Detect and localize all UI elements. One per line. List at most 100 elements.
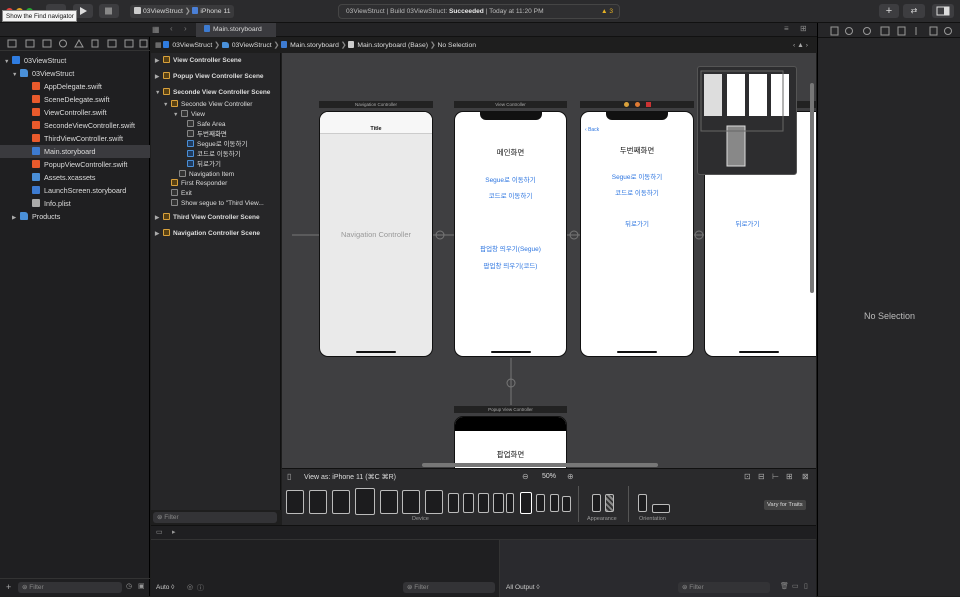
stop-button[interactable] — [99, 4, 119, 18]
outline-item[interactable]: Safe Area — [187, 120, 226, 130]
navigator-item[interactable]: ▼ 03ViewStruct — [0, 67, 150, 80]
hide-debug-icon[interactable]: ▭ — [156, 528, 163, 536]
resolve-issues-icon[interactable]: ⊠ — [802, 472, 809, 481]
outline-item[interactable]: ▶ Popup View Controller Scene — [155, 72, 264, 82]
navigator-item[interactable]: AppDelegate.swift — [0, 80, 150, 93]
navigator-item[interactable]: SecondeViewController.swift — [0, 119, 150, 132]
zoom-level[interactable]: 50% — [542, 473, 556, 480]
eye-icon[interactable]: ◎ — [187, 583, 193, 591]
appearance-dark[interactable] — [605, 494, 614, 512]
device-iphone-4s[interactable] — [562, 496, 571, 512]
disclosure-triangle-icon[interactable]: ▶ — [155, 56, 163, 66]
code-nav-button[interactable]: 코드로 이동하기 — [581, 187, 693, 197]
popup-code-button[interactable]: 팝업창 띄우기(코드) — [455, 260, 566, 270]
align-icon[interactable]: ⊢ — [772, 472, 779, 481]
library-plus-button[interactable]: + — [879, 4, 899, 18]
device-ipad-9[interactable] — [380, 490, 398, 514]
device-iphone-8[interactable] — [506, 493, 514, 513]
disclosure-triangle-icon[interactable]: ▶ — [155, 213, 163, 223]
outline-item[interactable]: ▼ View — [173, 110, 205, 120]
scene-header-second-view-controller[interactable] — [580, 101, 694, 108]
disclosure-triangle-icon[interactable]: ▶ — [155, 229, 163, 239]
outline-item[interactable]: Segue로 이동하기 — [187, 140, 248, 150]
device-iphone-xs[interactable] — [478, 493, 489, 513]
segue-nav-button[interactable]: Segue로 이동하기 — [455, 174, 566, 184]
navigator-item[interactable]: ThirdViewController.swift — [0, 132, 150, 145]
device-iphone-11-pro[interactable] — [463, 493, 474, 513]
scene-header-popup-view-controller[interactable]: Popup View Controller — [454, 406, 567, 413]
navigator-item[interactable]: ▼ 03ViewStruct — [0, 54, 150, 67]
back-arrow-icon[interactable]: ‹ — [170, 24, 173, 33]
disclosure-triangle-icon[interactable]: ▶ — [155, 72, 163, 82]
outline-item[interactable]: First Responder — [171, 179, 227, 189]
device-ipad-air[interactable] — [332, 490, 350, 514]
horizontal-scrollbar[interactable] — [422, 463, 658, 467]
scene-header-navigation-controller[interactable]: Navigation Controller — [319, 101, 433, 108]
outline-toggle-icon[interactable]: ▯ — [287, 472, 291, 481]
navigator-item[interactable]: PopupViewController.swift — [0, 158, 150, 171]
orientation-landscape[interactable] — [652, 504, 670, 513]
breadcrumb-3[interactable]: Main.storyboard (Base) — [348, 41, 428, 49]
console-split-icon[interactable]: ▯ — [804, 582, 808, 590]
outline-item[interactable]: 뒤로가기 — [187, 160, 221, 170]
scene-navigation-controller[interactable]: Title Navigation Controller — [319, 111, 433, 357]
popup-segue-button[interactable]: 팝업창 띄우기(Segue) — [455, 243, 566, 253]
disclosure-triangle-icon[interactable]: ▼ — [173, 110, 181, 120]
breakpoints-icon[interactable]: ▸ — [172, 528, 176, 536]
disclosure-triangle-icon[interactable]: ▶ — [12, 212, 20, 225]
scene-popup-view-controller[interactable]: 팝업화면 — [454, 416, 567, 468]
go-back-button[interactable]: 뒤로가기 — [705, 218, 804, 228]
scene-second-view-controller[interactable]: ‹ Back 두번째화면 Segue로 이동하기 코드로 이동하기 뒤로가기 — [580, 111, 694, 357]
outline-item[interactable]: ▶ Third View Controller Scene — [155, 213, 260, 223]
outline-item[interactable]: 코드로 이동하기 — [187, 150, 241, 160]
outline-item[interactable]: ▶ View Controller Scene — [155, 56, 242, 66]
add-icon[interactable]: + — [6, 582, 11, 592]
zoom-out-icon[interactable]: ⊖ — [522, 472, 529, 481]
outline-item[interactable]: Show segue to "Third View... — [171, 199, 264, 209]
code-nav-button[interactable]: 코드로 이동하기 — [455, 190, 566, 200]
navigator-filter-input[interactable]: ⊜ Filter — [18, 582, 122, 593]
inspector-toggle-button[interactable] — [932, 4, 954, 18]
breadcrumb-0[interactable]: 03ViewStruct — [163, 41, 212, 49]
device-iphone-se[interactable] — [536, 494, 545, 512]
outline-item[interactable]: ▼ Seconde View Controller — [163, 100, 252, 110]
variables-scope-selector[interactable]: Auto ◊ — [156, 584, 174, 591]
warning-badge[interactable]: ▲ 3 — [601, 8, 613, 15]
device-ipad-mini[interactable] — [402, 490, 420, 514]
device-iphone-11[interactable] — [520, 492, 532, 514]
output-selector[interactable]: All Output ◊ — [506, 584, 540, 591]
vary-for-traits-button[interactable]: Vary for Traits — [764, 500, 806, 510]
go-back-button[interactable]: 뒤로가기 — [581, 218, 693, 228]
embed-in-icon[interactable]: ⊟ — [758, 472, 765, 481]
console-layout-icon[interactable]: ▭ — [792, 582, 799, 590]
outline-item[interactable]: 두번째화면 — [187, 130, 227, 140]
device-ipad-pro-11[interactable] — [309, 490, 327, 514]
add-constraints-icon[interactable]: ⊞ — [786, 472, 793, 481]
appearance-light[interactable] — [592, 494, 601, 512]
outline-item[interactable]: Exit — [171, 189, 192, 199]
editor-options-icon[interactable]: ≡ — [784, 24, 789, 33]
vertical-scrollbar[interactable] — [810, 83, 814, 293]
navigator-item[interactable]: Info.plist — [0, 197, 150, 210]
zoom-in-icon[interactable]: ⊕ — [567, 472, 574, 481]
navigator-item[interactable]: LaunchScreen.storyboard — [0, 184, 150, 197]
outline-item[interactable]: ▶ Navigation Controller Scene — [155, 229, 260, 239]
orientation-portrait[interactable] — [638, 494, 647, 512]
scene-header-view-controller[interactable]: View Controller — [454, 101, 567, 108]
trash-icon[interactable]: 🗑 — [780, 582, 789, 590]
recent-files-icon[interactable]: ◷ — [126, 582, 132, 590]
navigator-item[interactable]: ▶ Products — [0, 210, 150, 223]
variables-filter-input[interactable]: ⊜ Filter — [403, 582, 495, 593]
device-ipad-pro-12[interactable] — [286, 490, 304, 514]
navigator-item[interactable]: SceneDelegate.swift — [0, 93, 150, 106]
navigator-item[interactable]: Main.storyboard — [0, 145, 150, 158]
breadcrumb-2[interactable]: Main.storyboard — [281, 41, 339, 49]
outline-item[interactable]: ▼ Seconde View Controller Scene — [155, 88, 270, 98]
code-review-button[interactable]: ⇄ — [903, 4, 925, 18]
console-filter-input[interactable]: ⊜ Filter — [678, 582, 770, 593]
grid-icon[interactable]: ▦ — [152, 25, 160, 34]
device-ipad[interactable] — [425, 490, 443, 514]
update-frames-icon[interactable]: ⊡ — [744, 472, 751, 481]
scene-view-controller[interactable]: 메인화면 Segue로 이동하기 코드로 이동하기 팝업창 띄우기(Segue)… — [454, 111, 567, 357]
forward-arrow-icon[interactable]: › — [184, 24, 187, 33]
